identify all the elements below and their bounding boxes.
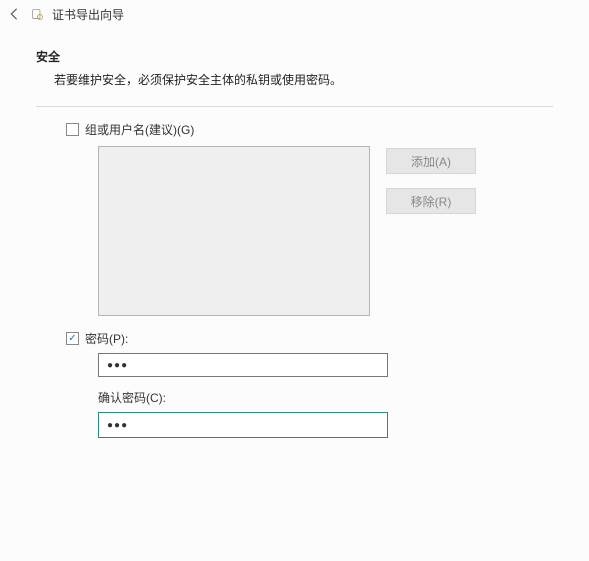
- group-users-checkbox[interactable]: ✓: [66, 123, 79, 136]
- password-checkbox[interactable]: ✓: [66, 332, 79, 345]
- password-row: ✓ 密码(P):: [66, 330, 553, 347]
- confirm-password-label: 确认密码(C):: [98, 389, 553, 406]
- group-users-label: 组或用户名(建议)(G): [85, 121, 194, 138]
- password-value: ●●●: [107, 360, 128, 371]
- back-arrow-icon[interactable]: [6, 6, 22, 22]
- section-heading-security: 安全: [36, 48, 553, 65]
- password-section: ✓ 密码(P): ●●● 确认密码(C): ●●●: [66, 330, 553, 438]
- titlebar: 证书导出向导: [0, 0, 589, 28]
- remove-button[interactable]: 移除(R): [386, 188, 476, 214]
- password-input[interactable]: ●●●: [98, 353, 388, 377]
- wizard-content: 安全 若要维护安全，必须保护安全主体的私钥或使用密码。 ✓ 组或用户名(建议)(…: [0, 28, 589, 438]
- confirm-password-input[interactable]: ●●●: [98, 412, 388, 438]
- group-users-body: 添加(A) 移除(R): [98, 146, 553, 316]
- principals-buttons: 添加(A) 移除(R): [386, 146, 476, 214]
- add-button[interactable]: 添加(A): [386, 148, 476, 174]
- divider: [36, 106, 553, 107]
- group-users-row: ✓ 组或用户名(建议)(G): [66, 121, 553, 138]
- principals-listbox[interactable]: [98, 146, 370, 316]
- confirm-password-value: ●●●: [107, 420, 128, 431]
- window-title: 证书导出向导: [52, 6, 124, 23]
- certificate-icon: [30, 7, 44, 21]
- section-description: 若要维护安全，必须保护安全主体的私钥或使用密码。: [54, 71, 553, 88]
- password-label: 密码(P):: [85, 330, 128, 347]
